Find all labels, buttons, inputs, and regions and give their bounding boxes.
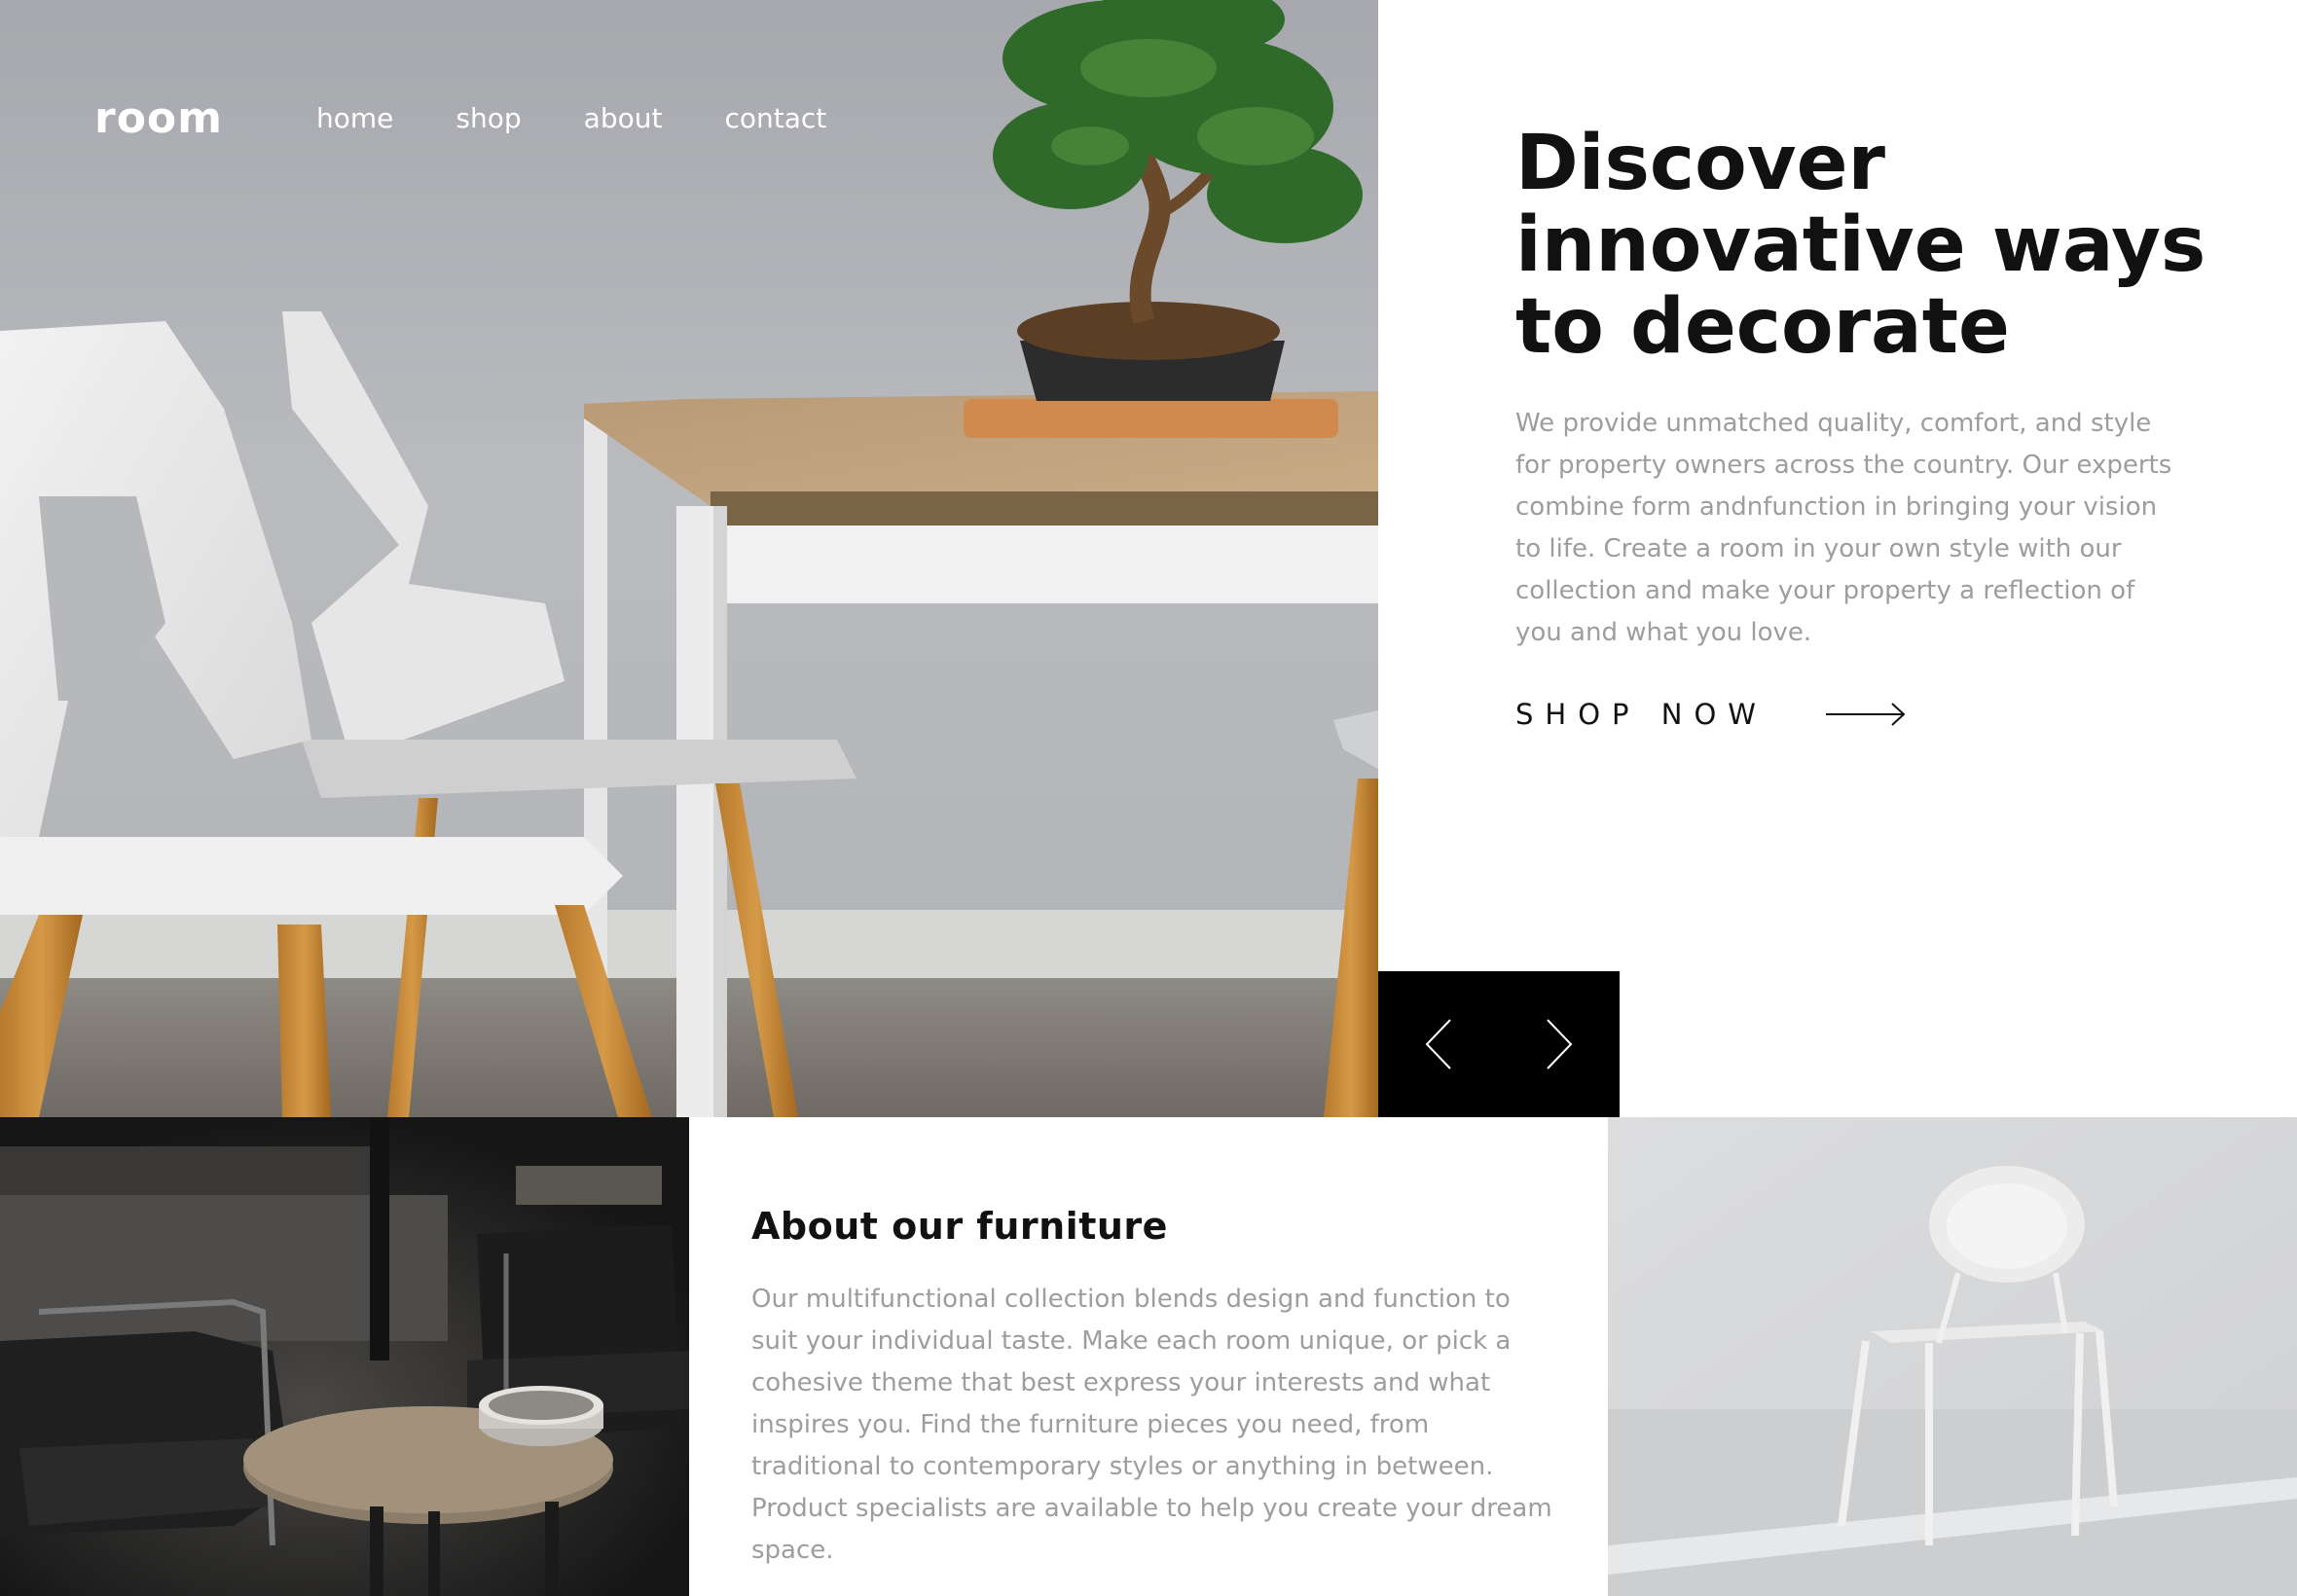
nav-link-contact[interactable]: contact xyxy=(724,93,826,144)
shop-now-label: SHOP NOW xyxy=(1515,698,1768,731)
white-chair-photo xyxy=(1608,1117,2297,1596)
dark-furniture-photo xyxy=(0,1117,689,1596)
nav-link-home[interactable]: home xyxy=(316,93,393,144)
chevron-left-icon xyxy=(1425,1019,1451,1070)
nav-link-about[interactable]: about xyxy=(584,93,663,144)
hero-image: room home shop about contact xyxy=(0,0,1378,1117)
chevron-right-icon xyxy=(1547,1019,1573,1070)
arrow-right-icon xyxy=(1825,703,1906,726)
about-description: Our multifunctional collection blends de… xyxy=(751,1285,1552,1565)
hero-description: We provide unmatched quality, comfort, a… xyxy=(1515,409,2172,647)
slider-next-button[interactable] xyxy=(1499,971,1620,1117)
nav-links: home shop about contact xyxy=(316,93,889,144)
about-section: About our furniture Our multifunctional … xyxy=(689,1117,1608,1596)
shop-now-button[interactable]: SHOP NOW xyxy=(1515,695,1906,734)
about-title: About our furniture xyxy=(751,1205,1168,1248)
main-nav: room home shop about contact xyxy=(94,93,889,144)
about-image-light xyxy=(1608,1117,2297,1596)
hero-title: Discover innovative ways to decorate xyxy=(1515,120,2206,371)
slider-controls xyxy=(1378,971,1620,1117)
about-image-dark xyxy=(0,1117,689,1596)
slider-prev-button[interactable] xyxy=(1378,971,1499,1117)
logo[interactable]: room xyxy=(94,93,223,144)
landing-page: room home shop about contact Discover in… xyxy=(0,0,2297,1596)
hero-photo-illustration xyxy=(0,0,1378,1117)
nav-link-shop[interactable]: shop xyxy=(456,93,521,144)
hero-content: Discover innovative ways to decorate We … xyxy=(1378,0,2297,1117)
